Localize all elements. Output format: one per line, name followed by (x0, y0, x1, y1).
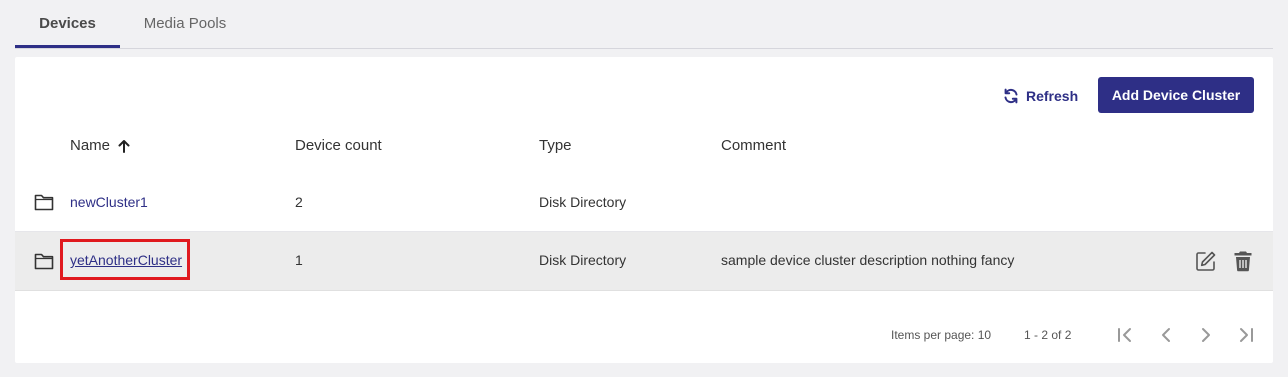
first-page-icon[interactable] (1115, 325, 1135, 345)
highlight-box (60, 239, 190, 280)
delete-icon[interactable] (1233, 250, 1253, 272)
page-range-label: 1 - 2 of 2 (1024, 328, 1072, 342)
tab-bar: Devices Media Pools (15, 0, 1273, 49)
devices-card: Refresh Add Device Cluster Name Device c… (15, 57, 1273, 363)
add-device-cluster-button[interactable]: Add Device Cluster (1098, 77, 1254, 113)
tab-media-pools[interactable]: Media Pools (120, 0, 250, 47)
folder-icon (34, 253, 54, 270)
refresh-label: Refresh (1026, 88, 1079, 104)
column-header-name-label: Name (70, 137, 111, 154)
table-row-selected[interactable]: yetAnotherCluster 1 Disk Directory sampl… (15, 232, 1273, 291)
table-row[interactable]: newCluster1 2 Disk Directory (15, 174, 1273, 232)
comment-cell: sample device cluster description nothin… (721, 252, 1015, 268)
edit-icon[interactable] (1195, 250, 1217, 272)
type-cell: Disk Directory (539, 252, 627, 268)
type-cell: Disk Directory (539, 194, 627, 210)
column-header-comment[interactable]: Comment (721, 137, 786, 154)
cluster-name-link[interactable]: newCluster1 (70, 174, 148, 231)
next-page-icon[interactable] (1196, 325, 1216, 345)
sort-ascending-arrow-icon (118, 139, 130, 153)
device-count-cell: 1 (295, 252, 303, 268)
previous-page-icon[interactable] (1156, 325, 1176, 345)
folder-icon (34, 194, 54, 211)
column-header-name[interactable]: Name (70, 137, 130, 154)
last-page-icon[interactable] (1236, 325, 1256, 345)
items-per-page-label: Items per page: 10 (891, 328, 992, 342)
device-count-cell: 2 (295, 194, 303, 210)
refresh-icon (1004, 88, 1018, 104)
refresh-button[interactable]: Refresh (1003, 85, 1078, 107)
column-header-device-count[interactable]: Device count (295, 137, 382, 154)
column-header-type[interactable]: Type (539, 137, 572, 154)
tab-devices[interactable]: Devices (15, 0, 120, 48)
